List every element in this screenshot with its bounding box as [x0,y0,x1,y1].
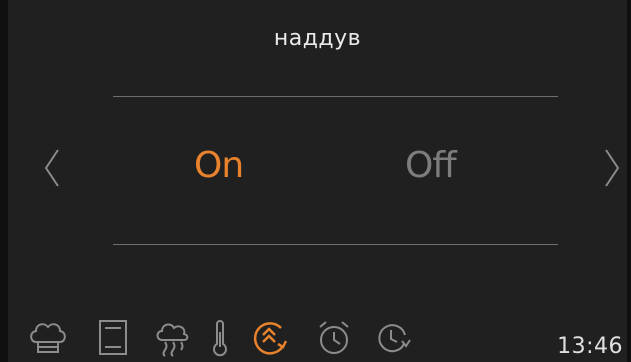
cloud-steam-icon [156,323,189,357]
steam-button[interactable] [152,318,192,358]
fan-boost-icon [253,322,288,355]
temperature-button[interactable] [208,318,232,358]
timer-button[interactable] [372,318,412,358]
chevron-right-icon [605,149,620,187]
control-panel-screen: наддув On Off 13:46 [0,0,631,362]
alarm-clock-icon [319,321,349,354]
option-on[interactable]: On [194,148,244,184]
chef-hat-button[interactable] [26,318,70,358]
next-arrow-button[interactable] [600,146,624,190]
clock-timer-icon [378,324,411,353]
bottom-toolbar [8,318,627,362]
page-title: наддув [273,26,362,51]
thermometer-icon [213,320,227,357]
fan-boost-button[interactable] [248,318,292,358]
alarm-button[interactable] [314,318,354,358]
oven-door-button[interactable] [96,318,130,358]
chevron-left-icon [44,149,59,187]
previous-arrow-button[interactable] [40,146,64,190]
bottom-divider [113,244,558,245]
chef-hat-icon [30,323,66,353]
option-off[interactable]: Off [405,148,457,184]
oven-door-icon [99,320,127,355]
time-display: 13:46 [557,334,623,359]
top-divider [113,96,558,97]
